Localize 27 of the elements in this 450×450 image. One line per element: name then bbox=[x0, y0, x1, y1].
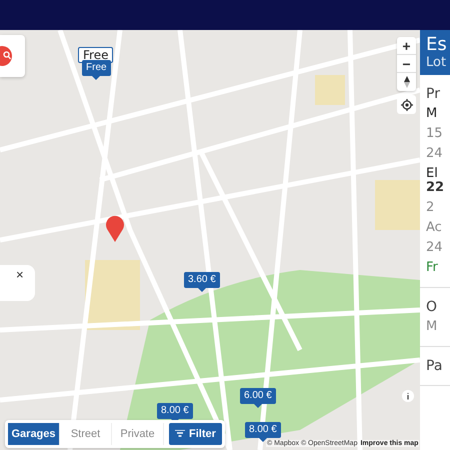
price-pin[interactable]: 8.00 € bbox=[157, 403, 193, 419]
panel-subtitle: Lot bbox=[426, 55, 448, 71]
zoom-out-button[interactable]: − bbox=[397, 55, 416, 73]
panel-text: O bbox=[426, 300, 438, 314]
panel-text: M bbox=[426, 107, 438, 121]
compass-icon[interactable] bbox=[404, 76, 410, 88]
locate-button[interactable] bbox=[397, 95, 416, 114]
panel-text: 24 bbox=[426, 241, 444, 255]
panel-text: 22 bbox=[426, 181, 446, 195]
panel-text: M bbox=[426, 320, 438, 334]
panel-text: 15 bbox=[426, 127, 444, 141]
panel-text: Pr bbox=[426, 87, 441, 101]
locate-icon bbox=[400, 98, 412, 110]
panel-text: Ac bbox=[426, 221, 443, 235]
filter-button[interactable]: Filter bbox=[169, 423, 222, 445]
panel-title: Es bbox=[426, 35, 448, 55]
panel-text: Fr bbox=[426, 261, 439, 275]
segment-tab[interactable]: Garages bbox=[8, 423, 60, 445]
panel-text: Pa bbox=[426, 359, 444, 373]
search-icon bbox=[3, 51, 11, 60]
panel-text: 24 bbox=[426, 147, 444, 161]
panel-text: El bbox=[426, 167, 439, 181]
close-button[interactable]: × bbox=[16, 267, 24, 282]
filter-icon bbox=[175, 430, 185, 438]
zoom-in-button[interactable]: + bbox=[397, 37, 416, 55]
panel-text: 2 bbox=[426, 201, 436, 215]
location-marker-icon bbox=[105, 214, 125, 242]
